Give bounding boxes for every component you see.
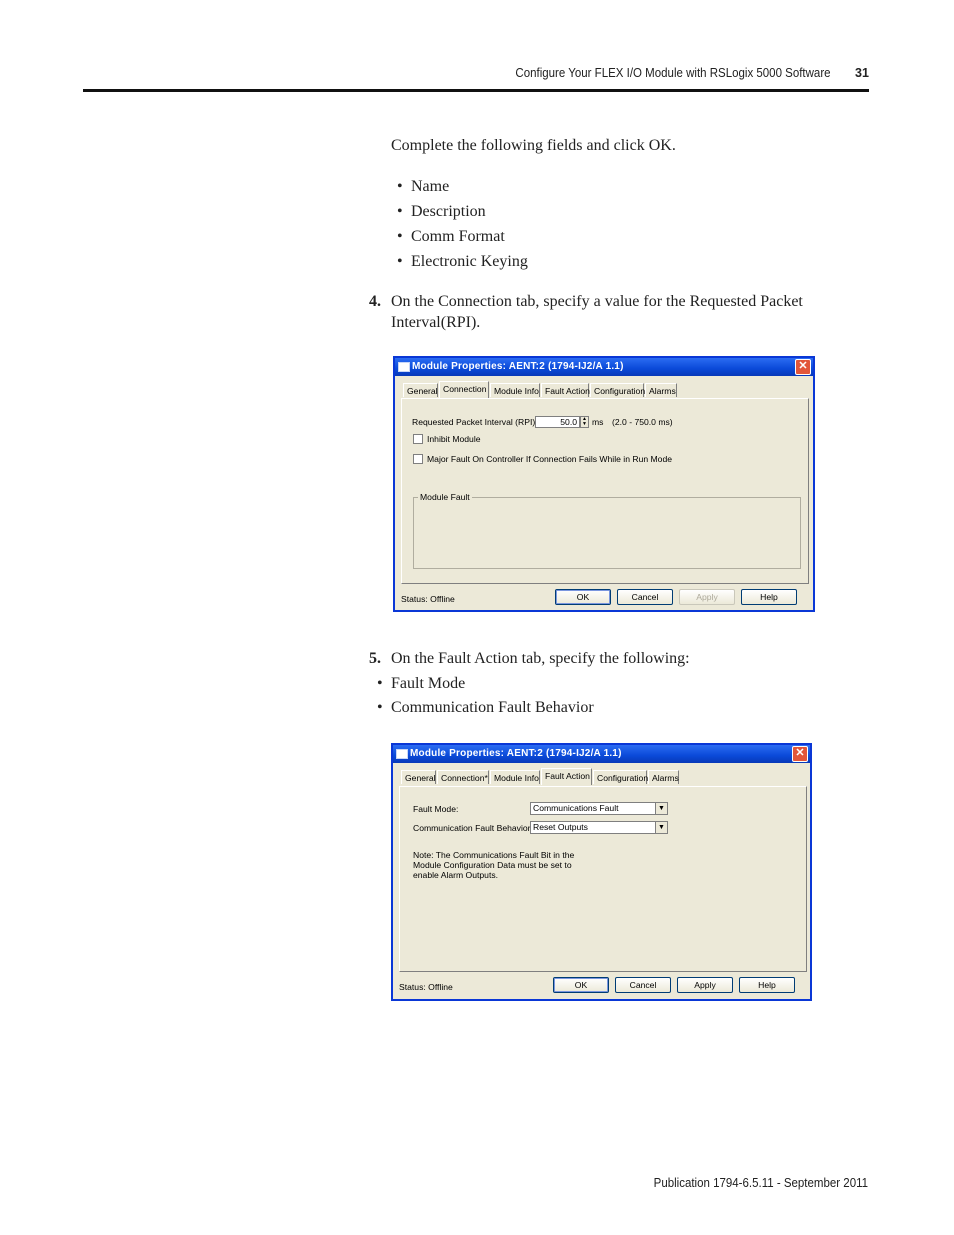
help-button[interactable]: Help [739, 977, 795, 993]
cancel-button[interactable]: Cancel [615, 977, 671, 993]
inhibit-module-label: Inhibit Module [427, 434, 481, 444]
tab-module-info[interactable]: Module Info [490, 383, 540, 397]
tab-alarms[interactable]: Alarms [645, 383, 677, 397]
dialog-title: Module Properties: AENT:2 (1794-IJ2/A 1.… [410, 748, 622, 759]
inhibit-module-checkbox[interactable] [413, 434, 423, 444]
tab-connection[interactable]: Connection* [437, 770, 489, 784]
rpi-input[interactable]: 50.0 [535, 416, 580, 428]
ok-button[interactable]: OK [553, 977, 609, 993]
rpi-unit: ms [592, 417, 604, 427]
rpi-spinner[interactable]: ▲ ▼ [580, 416, 589, 428]
page-number: 31 [855, 66, 869, 80]
tab-general[interactable]: General [403, 383, 438, 397]
tab-configuration[interactable]: Configuration [593, 770, 648, 784]
step-text-cont: Interval(RPI). [391, 314, 481, 331]
running-header: Configure Your FLEX I/O Module with RSLo… [515, 66, 831, 80]
comm-fault-label: Communication Fault Behavior: [413, 823, 533, 833]
fault-mode-select[interactable]: Communications Fault ▼ [530, 802, 668, 815]
status-text: Status: Offline [401, 594, 455, 604]
tab-panel: Requested Packet Interval (RPI): 50.0 ▲ ▼… [401, 398, 809, 584]
step-text: On the Fault Action tab, specify the fol… [391, 650, 690, 667]
list-item: Electronic Keying [397, 251, 528, 272]
step-number: 4. [369, 293, 381, 310]
list-item: Name [397, 176, 449, 197]
module-properties-dialog-connection: Module Properties: AENT:2 (1794-IJ2/A 1.… [393, 356, 815, 612]
major-fault-label: Major Fault On Controller If Connection … [427, 454, 673, 464]
tab-connection[interactable]: Connection [439, 381, 489, 398]
fault-mode-label: Fault Mode: [413, 804, 459, 814]
status-text: Status: Offline [399, 982, 453, 992]
cancel-button[interactable]: Cancel [617, 589, 673, 605]
step-number: 5. [369, 650, 381, 667]
dialog-titlebar: Module Properties: AENT:2 (1794-IJ2/A 1.… [393, 745, 810, 763]
list-item: Communication Fault Behavior [377, 697, 594, 718]
header-rule [83, 89, 869, 92]
note-text: enable Alarm Outputs. [413, 870, 499, 880]
chevron-down-icon[interactable]: ▼ [655, 803, 667, 814]
note-text: Note: The Communications Fault Bit in th… [413, 850, 575, 860]
fault-mode-value: Communications Fault [533, 803, 619, 813]
dialog-title: Module Properties: AENT:2 (1794-IJ2/A 1.… [412, 361, 624, 372]
module-fault-group: Module Fault [413, 492, 801, 569]
publication-footer: Publication 1794-6.5.11 - September 2011 [653, 1176, 868, 1190]
list-item: Fault Mode [377, 673, 465, 694]
tab-module-info[interactable]: Module Info [490, 770, 540, 784]
apply-button[interactable]: Apply [679, 589, 735, 605]
tab-configuration[interactable]: Configuration [590, 383, 645, 397]
step-text: On the Connection tab, specify a value f… [391, 293, 803, 310]
list-item: Comm Format [397, 226, 505, 247]
module-properties-dialog-fault-action: Module Properties: AENT:2 (1794-IJ2/A 1.… [391, 743, 812, 1001]
tab-alarms[interactable]: Alarms [648, 770, 679, 784]
apply-button[interactable]: Apply [677, 977, 733, 993]
close-icon[interactable]: ✕ [795, 359, 811, 375]
chevron-down-icon[interactable]: ▼ [655, 822, 667, 833]
window-icon [398, 362, 410, 372]
comm-fault-select[interactable]: Reset Outputs ▼ [530, 821, 668, 834]
list-item: Description [397, 201, 486, 222]
dialog-titlebar: Module Properties: AENT:2 (1794-IJ2/A 1.… [395, 358, 813, 376]
rpi-label: Requested Packet Interval (RPI): [412, 417, 538, 427]
comm-fault-value: Reset Outputs [533, 822, 588, 832]
tab-panel: Fault Mode: Communications Fault ▼ Commu… [399, 786, 807, 972]
ok-button[interactable]: OK [555, 589, 611, 605]
tab-general[interactable]: General [401, 770, 436, 784]
rpi-range: (2.0 - 750.0 ms) [612, 417, 673, 427]
window-icon [396, 749, 408, 759]
tab-fault-action[interactable]: Fault Action [541, 383, 590, 397]
help-button[interactable]: Help [741, 589, 797, 605]
intro-text: Complete the following fields and click … [391, 137, 676, 154]
module-fault-label: Module Fault [418, 492, 472, 502]
tab-fault-action[interactable]: Fault Action [541, 768, 592, 785]
note-text: Module Configuration Data must be set to [413, 860, 572, 870]
close-icon[interactable]: ✕ [792, 746, 808, 762]
major-fault-checkbox[interactable] [413, 454, 423, 464]
